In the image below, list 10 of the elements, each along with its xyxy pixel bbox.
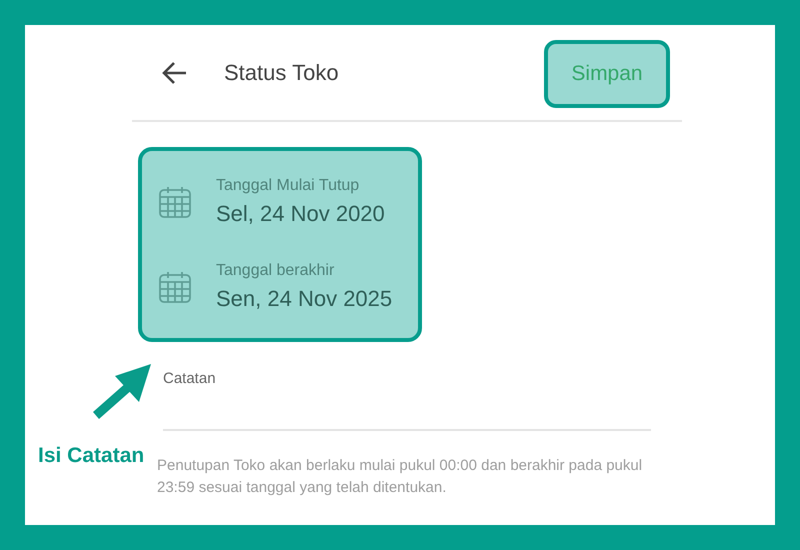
date-value[interactable]: Sen, 24 Nov 2025 [216,286,392,312]
date-value[interactable]: Sel, 24 Nov 2020 [216,200,385,227]
annotation-label: Isi Catatan [38,444,144,468]
calendar-icon [158,270,192,304]
help-text: Penutupan Toko akan berlaku mulai pukul 00:00 dan berakhir pada pukul 23:59 sesuai tanggal yang telah ditentukan. [157,456,644,498]
date-label: Tanggal berakhir [216,262,336,280]
back-arrow-icon[interactable] [162,60,188,84]
screen-title: Status Toko [224,60,340,86]
date-label: Tanggal Mulai Tutup [216,176,360,195]
calendar-icon [158,184,192,219]
